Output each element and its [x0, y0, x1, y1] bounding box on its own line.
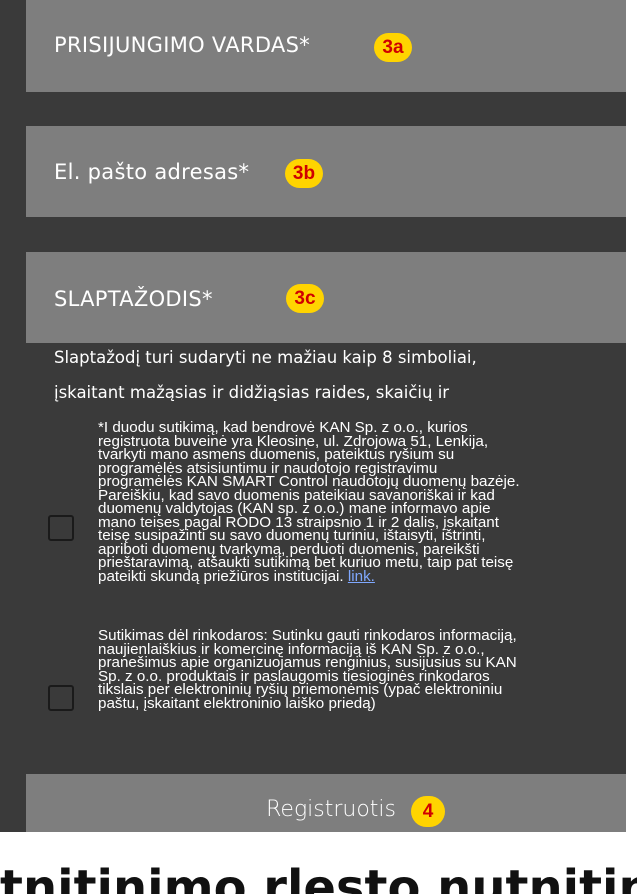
- email-label: El. pašto adresas*: [54, 160, 250, 184]
- consent-marketing-text: Sutikimas dėl rinkodaros: Sutinku gauti …: [98, 628, 623, 712]
- annotation-badge-3a: 3a: [374, 33, 412, 62]
- consent-line-last-text: pateikti skundą priežiūros institucijai.: [98, 567, 344, 585]
- email-field[interactable]: El. pašto adresas* 3b: [26, 126, 626, 217]
- register-button[interactable]: Registruotis 4: [26, 774, 626, 832]
- username-field[interactable]: PRISIJUNGIMO VARDAS* 3a: [26, 0, 626, 92]
- registration-screen: PRISIJUNGIMO VARDAS* 3a El. pašto adresa…: [0, 0, 626, 832]
- annotation-badge-3c: 3c: [286, 284, 324, 313]
- privacy-link[interactable]: link.: [348, 568, 375, 585]
- password-label: SLAPTAŽODIS*: [54, 287, 213, 311]
- password-hint-line2: įskaitant mažąsias ir didžiąsias raides,…: [54, 383, 450, 402]
- consent-marketing-checkbox[interactable]: [48, 685, 74, 711]
- username-label: PRISIJUNGIMO VARDAS*: [54, 33, 311, 57]
- register-label: Registruotis: [266, 797, 396, 822]
- annotation-badge-4: 4: [411, 796, 445, 827]
- password-hint-line1: Slaptažodį turi sudaryti ne mažiau kaip …: [54, 348, 477, 367]
- annotation-badge-3b: 3b: [285, 159, 323, 188]
- consent-line-last: pateikti skundą priežiūros institucijai.…: [98, 567, 623, 585]
- consent-data-processing-checkbox[interactable]: [48, 515, 74, 541]
- cropped-caption-text: tnitinimo rlesto nutnitinimo l: [0, 860, 637, 894]
- password-field[interactable]: SLAPTAŽODIS* 3c: [26, 252, 626, 343]
- consent-line: paštu, įskaitant elektroninio laiško pri…: [98, 694, 376, 712]
- consent-data-processing-text: *I duodu sutikimą, kad bendrovė KAN Sp. …: [98, 420, 623, 585]
